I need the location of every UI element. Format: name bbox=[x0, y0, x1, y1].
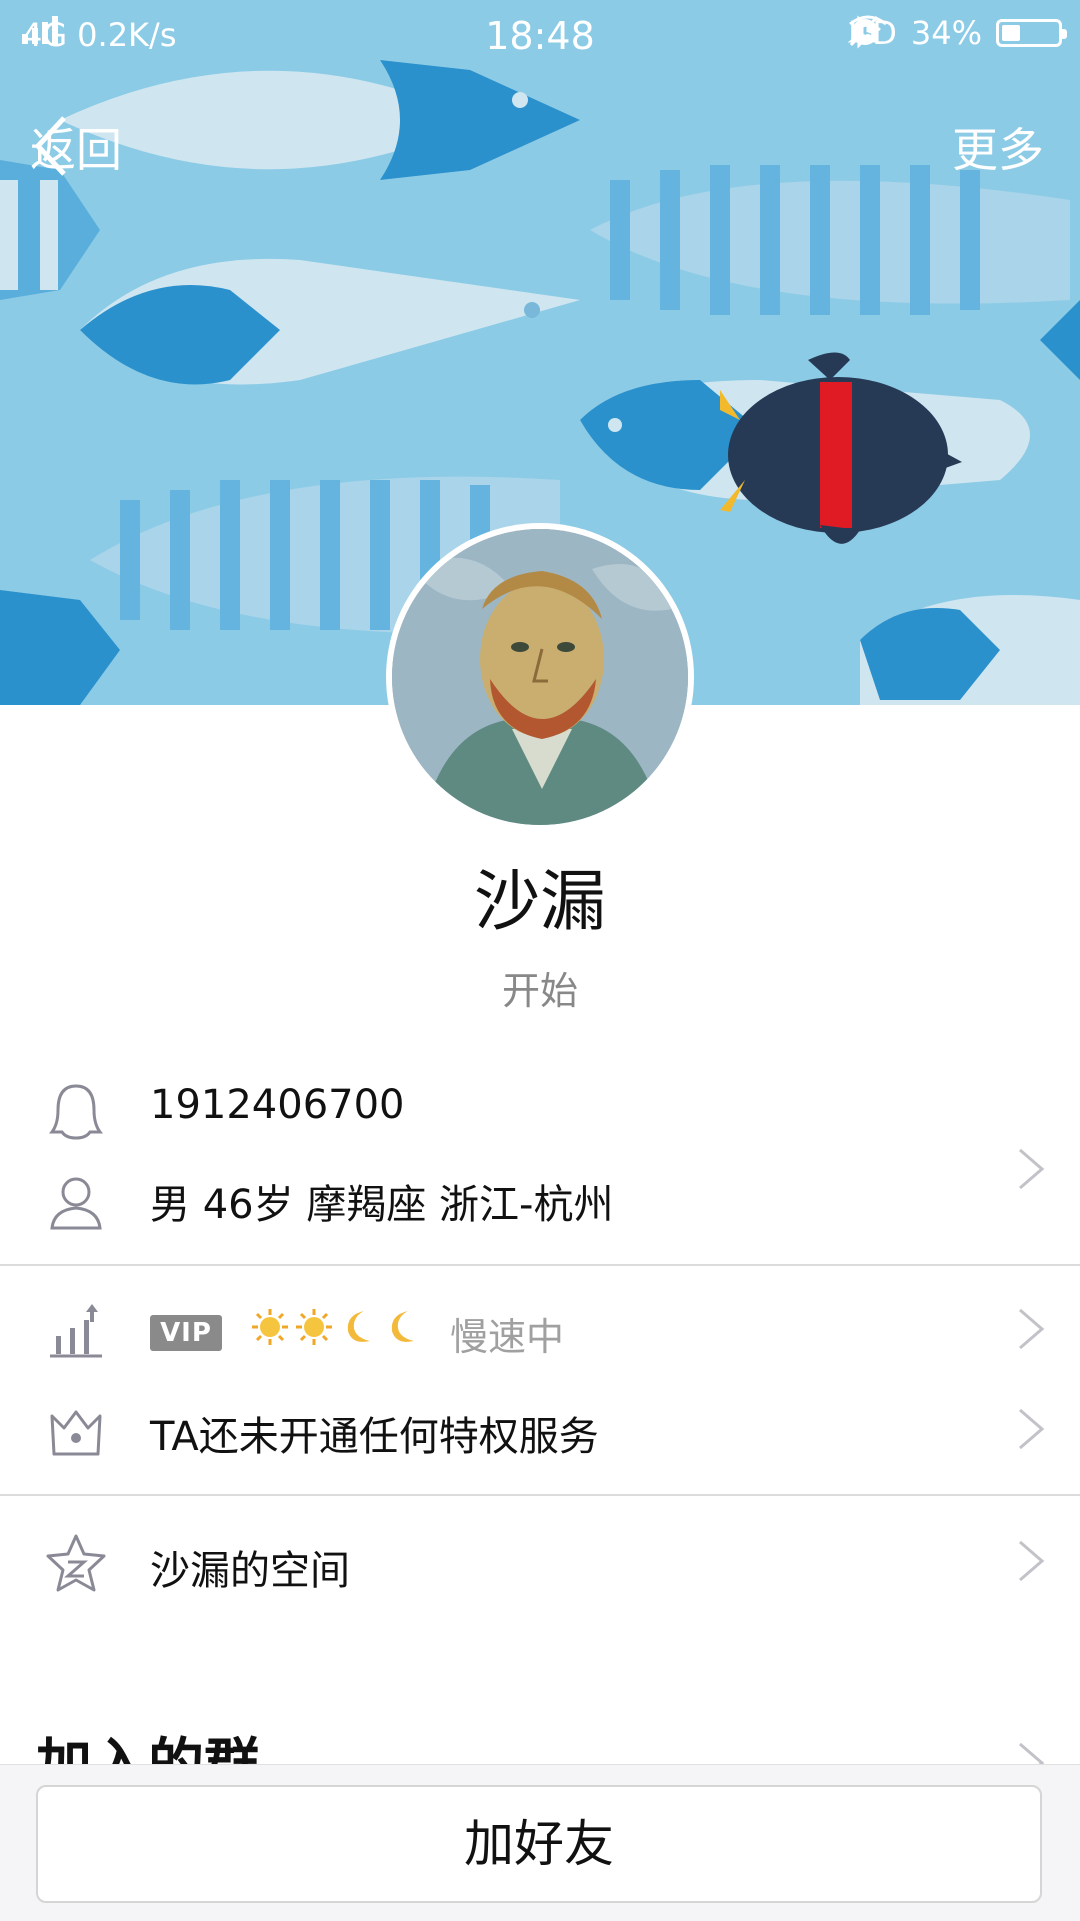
sun-icon bbox=[296, 1309, 332, 1345]
moon-icon bbox=[347, 1311, 370, 1342]
chevron-left-icon bbox=[34, 116, 66, 176]
speed-status: 慢速中 bbox=[450, 1315, 565, 1359]
chevron-right-icon bbox=[1019, 1148, 1045, 1190]
more-button[interactable]: 更多 bbox=[952, 114, 1044, 180]
avatar-portrait bbox=[392, 529, 688, 825]
vip-badge: VIP bbox=[150, 1315, 222, 1351]
sun-icon bbox=[252, 1309, 288, 1345]
battery-percent: 34% bbox=[910, 14, 982, 52]
divider bbox=[0, 1264, 1080, 1266]
level-chart-icon bbox=[50, 1304, 102, 1358]
nav-bar: 返回 更多 bbox=[0, 100, 1080, 190]
bottom-action-bar: 加好友 bbox=[0, 1764, 1080, 1921]
wifi-icon bbox=[849, 15, 888, 42]
privilege-row[interactable]: TA还未开通任何特权服务 bbox=[0, 1390, 1080, 1470]
level-icons bbox=[250, 1307, 422, 1347]
chevron-right-icon bbox=[1019, 1408, 1045, 1450]
moon-icon bbox=[391, 1311, 414, 1342]
qzone-star-icon bbox=[46, 1534, 106, 1592]
add-friend-button[interactable]: 加好友 bbox=[36, 1785, 1042, 1903]
crown-icon bbox=[50, 1410, 102, 1456]
avatar[interactable] bbox=[386, 523, 694, 831]
user-icon bbox=[50, 1177, 102, 1230]
back-button[interactable]: 返回 bbox=[30, 114, 122, 180]
chevron-right-icon bbox=[1019, 1308, 1045, 1350]
qq-number: 1912406700 bbox=[150, 1082, 405, 1128]
nickname: 沙漏 bbox=[474, 863, 606, 940]
space-text: 沙漏的空间 bbox=[150, 1548, 350, 1594]
space-row[interactable]: 沙漏的空间 bbox=[0, 1522, 1080, 1602]
battery-fill bbox=[1002, 25, 1020, 41]
chevron-right-icon bbox=[1019, 1540, 1045, 1582]
qq-penguin-icon bbox=[49, 1084, 103, 1140]
status-right: HD 34% bbox=[848, 14, 1067, 52]
signature: 开始 bbox=[501, 969, 578, 1013]
basic-info-row[interactable]: 1912406700 男 46岁 摩羯座 浙江-杭州 bbox=[0, 1060, 1080, 1230]
battery-icon bbox=[996, 19, 1067, 47]
status-bar: 4G 0.2K/s 18:48 HD bbox=[0, 0, 1080, 72]
personal-info: 男 46岁 摩羯座 浙江-杭州 bbox=[150, 1182, 614, 1228]
divider bbox=[0, 1494, 1080, 1496]
privilege-text: TA还未开通任何特权服务 bbox=[150, 1414, 599, 1460]
